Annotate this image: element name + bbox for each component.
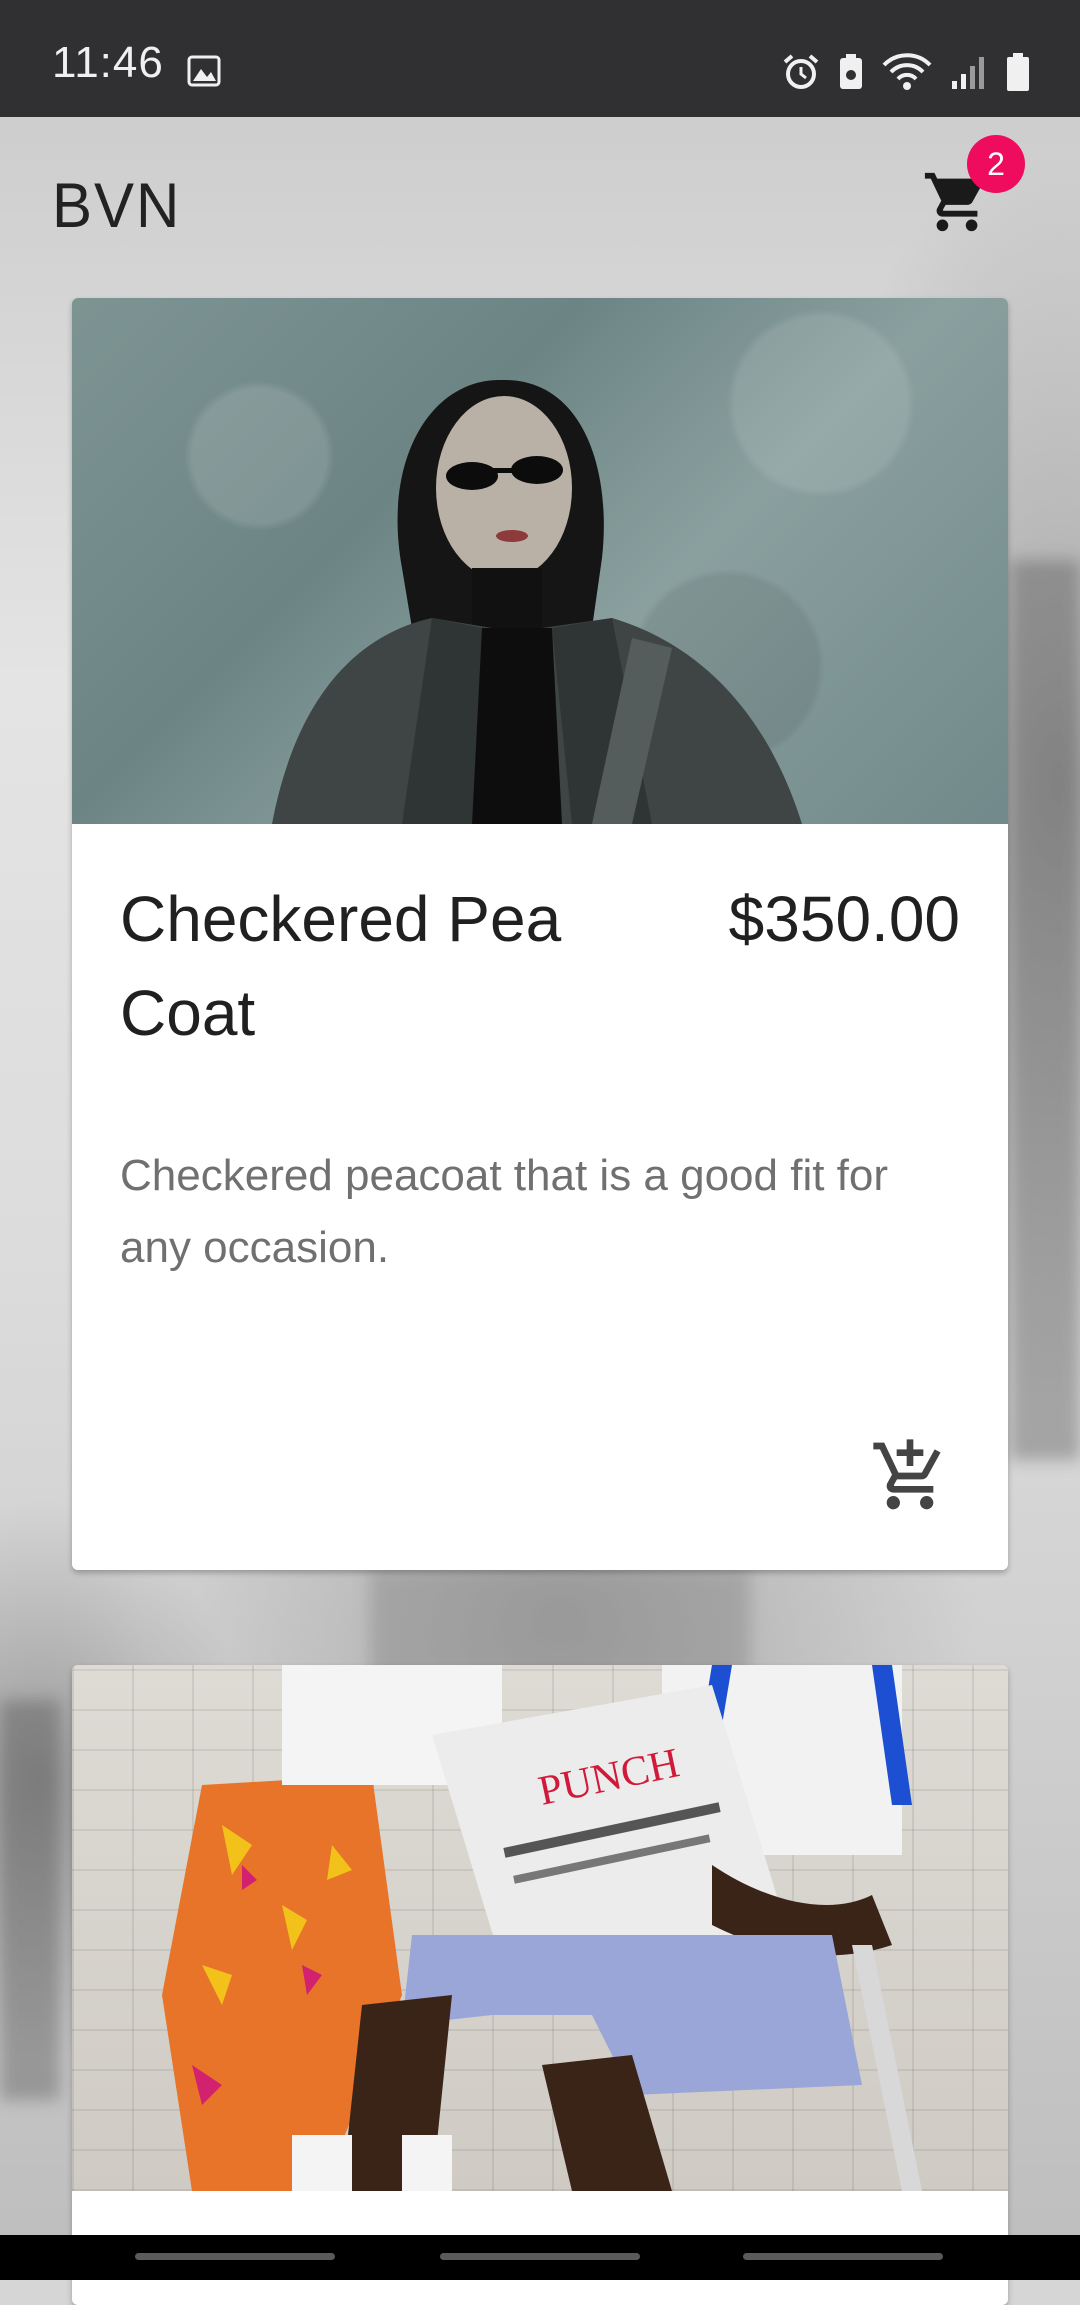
app-bar: BVN 2 (0, 117, 1080, 292)
product-price: $350.00 (728, 883, 960, 955)
product-card-body: Checkered Pea Coat $350.00 Checkered pea… (72, 824, 1008, 1272)
system-nav-bar (0, 2235, 1080, 2280)
product-description: Checkered peacoat that is a good fit for… (120, 1151, 889, 1272)
product-image[interactable] (72, 298, 1008, 824)
battery-saver-icon (840, 54, 862, 89)
cart-count-badge: 2 (967, 135, 1025, 193)
product-image[interactable]: PUNCH (72, 1665, 1008, 2191)
brand-logo[interactable]: BVN (52, 169, 181, 241)
add-to-cart-icon[interactable] (870, 1436, 950, 1516)
product-title[interactable]: Checkered Pea Coat (120, 872, 640, 1060)
product-photo-pea-coat (272, 379, 802, 824)
wifi-icon (882, 53, 932, 90)
nav-back-button[interactable] (743, 2253, 943, 2260)
nav-recents-button[interactable] (135, 2253, 335, 2260)
product-card[interactable]: Checkered Pea Coat $350.00 Checkered pea… (72, 298, 1008, 1570)
photo-icon (187, 55, 221, 87)
product-card[interactable]: PUNCH (72, 1665, 1008, 2305)
status-time: 11:46 (52, 38, 164, 87)
battery-icon (1007, 53, 1029, 91)
status-icons (782, 50, 1030, 94)
nav-home-button[interactable] (440, 2253, 640, 2260)
product-photo-newspaper: PUNCH (162, 1665, 922, 2191)
status-bar: 11:46 (0, 0, 1080, 117)
signal-icon (952, 57, 984, 89)
alarm-icon (783, 54, 819, 89)
